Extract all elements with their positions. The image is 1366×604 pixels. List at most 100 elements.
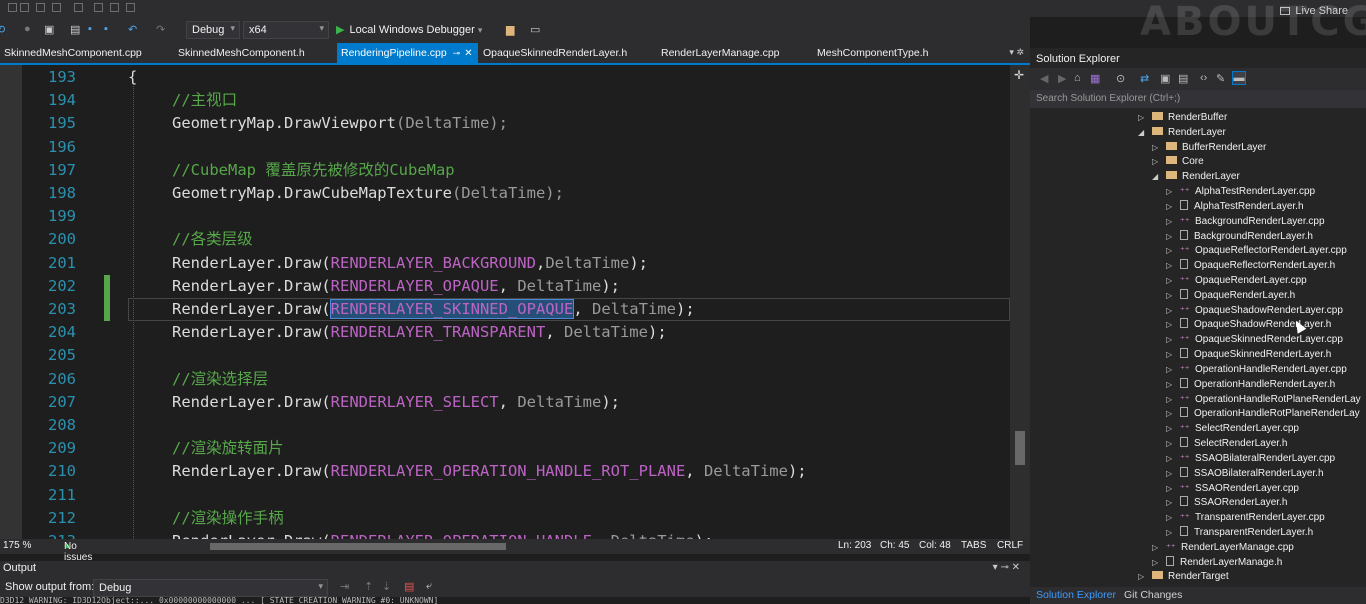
new-project-icon[interactable]: ▣ bbox=[44, 23, 57, 36]
expand-arrow-icon[interactable]: ▷ bbox=[1166, 317, 1180, 332]
indent-mode[interactable]: TABS bbox=[961, 540, 986, 551]
code-line[interactable]: 204 RenderLayer.Draw(RENDERLAYER_TRANSPAR… bbox=[0, 321, 1010, 344]
menu-icon[interactable] bbox=[36, 3, 45, 12]
line-ending[interactable]: CRLF bbox=[997, 540, 1023, 551]
tree-folder[interactable]: ▷ RenderBuffer bbox=[1138, 110, 1227, 125]
expand-arrow-icon[interactable]: ▷ bbox=[1138, 569, 1152, 584]
expand-arrow-icon[interactable]: ▷ bbox=[1166, 436, 1180, 451]
expand-arrow-icon[interactable]: ▷ bbox=[1166, 288, 1180, 303]
tree-file[interactable]: ▷ ⁺⁺ OpaqueSkinnedRenderLayer.cpp bbox=[1166, 332, 1343, 347]
preview-selected-icon[interactable]: ▬ bbox=[1232, 71, 1246, 85]
tree-file[interactable]: ▷ OperationHandleRenderLayer.h bbox=[1166, 377, 1335, 392]
back-icon[interactable]: ⟲ bbox=[0, 23, 9, 36]
tab-skinnedmeshcomponent-cpp[interactable]: SkinnedMeshComponent.cpp bbox=[0, 43, 146, 63]
tree-folder[interactable]: ▷ BufferRenderLayer bbox=[1152, 140, 1266, 155]
tree-folder[interactable]: ◢ RenderLayer bbox=[1138, 125, 1226, 140]
expand-arrow-icon[interactable]: ▷ bbox=[1152, 540, 1166, 555]
tree-file[interactable]: ▷ ⁺⁺ AlphaTestRenderLayer.cpp bbox=[1166, 184, 1315, 199]
expand-arrow-icon[interactable]: ▷ bbox=[1166, 451, 1180, 466]
menu-icon[interactable] bbox=[52, 3, 61, 12]
close-icon[interactable]: ✕ bbox=[464, 48, 472, 59]
expand-arrow-icon[interactable]: ▷ bbox=[1138, 110, 1152, 125]
expand-arrow-icon[interactable]: ▷ bbox=[1166, 332, 1180, 347]
tree-file[interactable]: ▷ OpaqueShadowRenderLayer.h bbox=[1166, 317, 1331, 332]
expand-arrow-icon[interactable]: ▷ bbox=[1166, 421, 1180, 436]
expand-arrow-icon[interactable]: ▷ bbox=[1166, 406, 1180, 421]
code-line[interactable]: 201 RenderLayer.Draw(RENDERLAYER_BACKGROU… bbox=[0, 252, 1010, 275]
code-line[interactable]: 206 //渲染选择层 bbox=[0, 368, 1010, 391]
find-in-output-icon[interactable]: ⇥ bbox=[340, 580, 349, 593]
previous-message-icon[interactable]: ⇡ bbox=[364, 580, 373, 593]
view-code-icon[interactable]: ‹› bbox=[1200, 72, 1207, 84]
expand-arrow-icon[interactable]: ▷ bbox=[1152, 140, 1166, 155]
tree-file[interactable]: ▷ ⁺⁺ OperationHandleRotPlaneRenderLay bbox=[1166, 392, 1361, 407]
tree-file[interactable]: ▷ ⁺⁺ OperationHandleRenderLayer.cpp bbox=[1166, 362, 1347, 377]
expand-arrow-icon[interactable]: ▷ bbox=[1166, 495, 1180, 510]
tree-file[interactable]: ▷ SSAORenderLayer.h bbox=[1166, 495, 1287, 510]
expand-arrow-icon[interactable]: ▷ bbox=[1166, 258, 1180, 273]
code-line[interactable]: 195 GeometryMap.DrawViewport(DeltaTime); bbox=[0, 112, 1010, 135]
platform-dropdown[interactable]: x64 ▾ bbox=[243, 21, 329, 39]
tree-file[interactable]: ▷ ⁺⁺ OpaqueShadowRenderLayer.cpp bbox=[1166, 303, 1343, 318]
tree-folder[interactable]: ◢ RenderLayer bbox=[1152, 169, 1240, 184]
next-message-icon[interactable]: ⇣ bbox=[382, 580, 391, 593]
tab-meshcomponenttype-h[interactable]: MeshComponentType.h bbox=[813, 43, 932, 63]
menu-icon[interactable] bbox=[8, 3, 17, 12]
expand-arrow-icon[interactable]: ▷ bbox=[1166, 184, 1180, 199]
undo-icon[interactable]: ↶ bbox=[128, 23, 141, 36]
word-wrap-icon[interactable]: ⤶ bbox=[426, 580, 432, 593]
code-line[interactable]: 194 //主视口 bbox=[0, 89, 1010, 112]
save-all-icon[interactable]: ▪ bbox=[104, 23, 117, 35]
start-debugging-button[interactable]: ▶ Local Windows Debugger ▾ bbox=[336, 23, 482, 36]
tab-renderingpipeline-cpp[interactable]: RenderingPipeline.cpp ⊸ ✕ bbox=[337, 43, 478, 63]
code-line[interactable]: 202 RenderLayer.Draw(RENDERLAYER_OPAQUE, … bbox=[0, 274, 1010, 298]
expand-arrow-icon[interactable]: ▷ bbox=[1152, 555, 1166, 570]
scrollbar-thumb[interactable] bbox=[1015, 431, 1025, 465]
vertical-scrollbar[interactable]: ✛ bbox=[1010, 65, 1030, 539]
tree-file[interactable]: ▷ BackgroundRenderLayer.h bbox=[1166, 229, 1313, 244]
tree-file[interactable]: ▷ ⁺⁺ OpaqueReflectorRenderLayer.cpp bbox=[1166, 243, 1347, 258]
switch-views-icon[interactable]: ▦ bbox=[1090, 72, 1100, 85]
expand-arrow-icon[interactable]: ▷ bbox=[1166, 273, 1180, 288]
code-line[interactable]: 208 bbox=[0, 414, 1010, 437]
tree-file[interactable]: ▷ ⁺⁺ SelectRenderLayer.cpp bbox=[1166, 421, 1299, 436]
code-editor[interactable]: 193{194//主视口 195 GeometryMap.DrawViewport(… bbox=[0, 65, 1030, 539]
split-icon[interactable]: ✛ bbox=[1014, 68, 1024, 82]
forward-icon[interactable]: ● bbox=[24, 23, 37, 35]
horizontal-scrollbar-thumb[interactable] bbox=[210, 543, 506, 550]
expand-arrow-icon[interactable]: ▷ bbox=[1166, 303, 1180, 318]
tree-file[interactable]: ▷ ⁺⁺ TransparentRenderLayer.cpp bbox=[1166, 510, 1325, 525]
tree-file[interactable]: ▷ SelectRenderLayer.h bbox=[1166, 436, 1287, 451]
expand-arrow-icon[interactable]: ▷ bbox=[1166, 214, 1180, 229]
code-line[interactable]: 207 RenderLayer.Draw(RENDERLAYER_SELECT, … bbox=[0, 391, 1010, 414]
tab-renderlayermanage-cpp[interactable]: RenderLayerManage.cpp bbox=[657, 43, 784, 63]
output-source-dropdown[interactable]: Debug ▾ bbox=[93, 579, 328, 597]
pin-icon[interactable]: ⊸ bbox=[453, 48, 461, 58]
expand-arrow-icon[interactable]: ▷ bbox=[1166, 466, 1180, 481]
tree-file[interactable]: ▷ OpaqueRenderLayer.h bbox=[1166, 288, 1295, 303]
tree-file[interactable]: ▷ ⁺⁺ OpaqueRenderLayer.cpp bbox=[1166, 273, 1307, 288]
expand-arrow-icon[interactable]: ▷ bbox=[1166, 199, 1180, 214]
tree-folder[interactable]: ▷ Core bbox=[1152, 154, 1204, 169]
panel-window-buttons[interactable]: ▾ ⊸ ✕ bbox=[993, 562, 1020, 573]
zoom-level[interactable]: 175 % bbox=[3, 540, 31, 551]
tab-opaqueskinnedrenderlayer-h[interactable]: OpaqueSkinnedRenderLayer.h bbox=[479, 43, 631, 63]
expand-arrow-icon[interactable]: ▷ bbox=[1166, 392, 1180, 407]
collapse-arrow-icon[interactable]: ◢ bbox=[1152, 169, 1166, 184]
expand-arrow-icon[interactable]: ▷ bbox=[1166, 362, 1180, 377]
menu-icon[interactable] bbox=[20, 3, 29, 12]
home-icon[interactable]: ⌂ bbox=[1074, 72, 1081, 84]
sync-icon[interactable]: ⇄ bbox=[1140, 72, 1149, 85]
expand-arrow-icon[interactable]: ▷ bbox=[1166, 377, 1180, 392]
code-line[interactable]: 196 bbox=[0, 136, 1010, 159]
tree-file[interactable]: ▷ TransparentRenderLayer.h bbox=[1166, 525, 1313, 540]
code-line[interactable]: 200 //各类层级 bbox=[0, 228, 1010, 251]
properties-icon[interactable]: ✎ bbox=[1216, 72, 1225, 85]
tree-folder[interactable]: ▷ RenderTarget bbox=[1138, 569, 1229, 584]
code-line[interactable]: 210 RenderLayer.Draw(RENDERLAYER_OPERATIO… bbox=[0, 460, 1010, 483]
clear-all-icon[interactable]: ▤ bbox=[404, 580, 414, 593]
expand-arrow-icon[interactable]: ▷ bbox=[1152, 154, 1166, 169]
code-line[interactable]: 203 RenderLayer.Draw(RENDERLAYER_SKINNED_… bbox=[0, 298, 1010, 321]
menu-icon[interactable] bbox=[126, 3, 135, 12]
tree-file[interactable]: ▷ ⁺⁺ SSAOBilateralRenderLayer.cpp bbox=[1166, 451, 1335, 466]
